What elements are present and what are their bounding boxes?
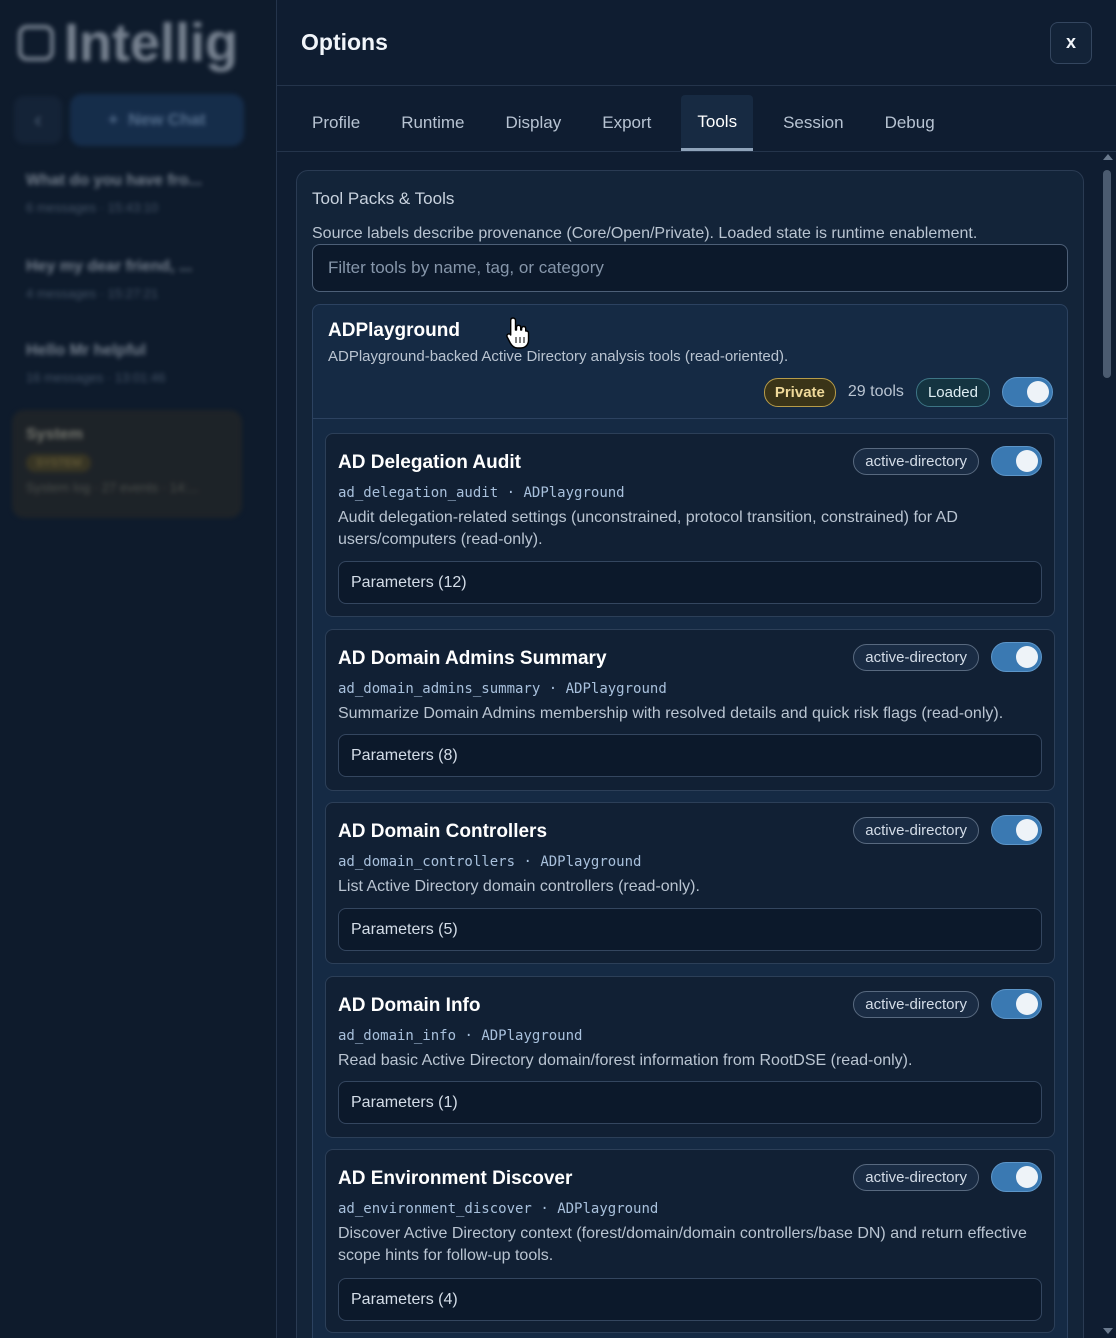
collapse-sidebar-button[interactable]: ‹ xyxy=(14,96,62,144)
new-chat-button[interactable]: + New Chat xyxy=(70,94,244,146)
tool-description: Discover Active Directory context (fores… xyxy=(338,1225,1027,1264)
loaded-badge: Loaded xyxy=(915,377,990,407)
tab-export[interactable]: Export xyxy=(591,95,662,151)
tool-enable-toggle[interactable] xyxy=(991,446,1042,476)
pack-enable-toggle[interactable] xyxy=(1002,377,1053,407)
scroll-down-arrow-icon[interactable] xyxy=(1103,1328,1113,1334)
close-icon: x xyxy=(1065,32,1076,52)
tool-enable-toggle[interactable] xyxy=(991,815,1042,845)
parameters-toggle[interactable]: Parameters (8) xyxy=(338,734,1042,777)
tool-name: AD Delegation Audit xyxy=(338,452,521,473)
tab-display[interactable]: Display xyxy=(495,95,573,151)
plus-icon: + xyxy=(108,110,119,129)
background-app: Intellig ‹ + New Chat What do you have f… xyxy=(0,0,276,1338)
tool-identifier: ad_environment_discover · ADPlayground xyxy=(338,1201,659,1217)
options-tabs: Profile Runtime Display Export Tools Ses… xyxy=(277,86,1116,152)
tool-identifier: ad_domain_controllers · ADPlayground xyxy=(338,854,642,870)
conversation-item[interactable]: Hey my dear friend, ... 4 messages · 15:… xyxy=(26,258,236,301)
tool-card: AD Domain Admins Summary active-director… xyxy=(325,629,1055,791)
options-title: Options xyxy=(301,29,388,55)
tool-description: Audit delegation-related settings (uncon… xyxy=(338,509,958,548)
tab-session[interactable]: Session xyxy=(772,95,854,151)
conversation-item[interactable]: What do you have fro... 6 messages · 15:… xyxy=(26,172,236,215)
category-tag: active-directory xyxy=(853,816,979,844)
category-tag: active-directory xyxy=(853,643,979,671)
tool-card: AD Domain Info active-directory ad_domai… xyxy=(325,976,1055,1138)
toggle-knob xyxy=(1016,646,1038,668)
tool-enable-toggle[interactable] xyxy=(991,989,1042,1019)
tool-pack-card: ADPlayground ADPlayground-backed Active … xyxy=(312,304,1068,1338)
section-title: Tool Packs & Tools xyxy=(312,189,455,208)
scroll-thumb[interactable] xyxy=(1103,170,1111,378)
tool-card: AD Domain Controllers active-directory a… xyxy=(325,802,1055,964)
tool-card: AD Environment Discover active-directory… xyxy=(325,1149,1055,1333)
pack-name: ADPlayground xyxy=(328,320,460,341)
scroll-up-arrow-icon[interactable] xyxy=(1103,154,1113,160)
options-panel: Options x Profile Runtime Display Export… xyxy=(276,0,1116,1338)
app-logo-icon xyxy=(18,25,54,61)
tool-name: AD Domain Info xyxy=(338,995,481,1016)
tool-name: AD Domain Admins Summary xyxy=(338,648,607,669)
toggle-knob xyxy=(1027,381,1049,403)
category-tag: active-directory xyxy=(853,1163,979,1191)
options-content: Tool Packs & Tools Source labels describ… xyxy=(277,152,1115,1338)
tool-pack-header: ADPlayground ADPlayground-backed Active … xyxy=(313,305,1067,419)
toggle-knob xyxy=(1016,993,1038,1015)
parameters-toggle[interactable]: Parameters (4) xyxy=(338,1278,1042,1321)
parameters-toggle[interactable]: Parameters (12) xyxy=(338,561,1042,604)
tool-identifier: ad_domain_admins_summary · ADPlayground xyxy=(338,681,667,697)
tab-tools[interactable]: Tools xyxy=(681,95,754,151)
toggle-knob xyxy=(1016,450,1038,472)
tab-profile[interactable]: Profile xyxy=(301,95,371,151)
app-title: Intellig xyxy=(18,12,238,74)
toggle-knob xyxy=(1016,819,1038,841)
close-button[interactable]: x xyxy=(1050,21,1092,64)
tool-name: AD Environment Discover xyxy=(338,1168,573,1189)
tool-card: AD Delegation Audit active-directory ad_… xyxy=(325,433,1055,617)
tool-identifier: ad_domain_info · ADPlayground xyxy=(338,1028,583,1044)
pointer-hand-icon xyxy=(506,317,530,349)
category-tag: active-directory xyxy=(853,990,979,1018)
options-header: Options x xyxy=(277,0,1116,86)
conversation-item[interactable]: Hello Mr helpful 16 messages · 13:01:46 xyxy=(26,342,236,385)
tool-enable-toggle[interactable] xyxy=(991,642,1042,672)
chevron-left-icon: ‹ xyxy=(34,107,42,132)
tool-filter-input[interactable] xyxy=(312,244,1068,292)
tool-packs-section: Tool Packs & Tools Source labels describ… xyxy=(296,170,1084,1338)
system-conversation-item[interactable]: System SYSTEM System log · 27 events · 1… xyxy=(12,410,242,518)
tool-description: List Active Directory domain controllers… xyxy=(338,878,700,895)
tool-description: Read basic Active Directory domain/fores… xyxy=(338,1052,913,1069)
parameters-toggle[interactable]: Parameters (5) xyxy=(338,908,1042,951)
tool-name: AD Domain Controllers xyxy=(338,821,548,842)
tool-count: 29 tools xyxy=(847,383,904,400)
system-badge: SYSTEM xyxy=(26,454,92,472)
category-tag: active-directory xyxy=(853,447,979,475)
tool-enable-toggle[interactable] xyxy=(991,1162,1042,1192)
toggle-knob xyxy=(1016,1166,1038,1188)
source-badge: Private xyxy=(763,377,836,407)
parameters-toggle[interactable]: Parameters (1) xyxy=(338,1081,1042,1124)
tab-debug[interactable]: Debug xyxy=(874,95,946,151)
pack-description: ADPlayground-backed Active Directory ana… xyxy=(328,348,789,365)
vertical-scrollbar[interactable] xyxy=(1100,152,1114,1338)
tab-runtime[interactable]: Runtime xyxy=(390,95,475,151)
section-description: Source labels describe provenance (Core/… xyxy=(312,225,978,242)
pack-meta: Private 29 tools Loaded xyxy=(763,377,1053,407)
tool-identifier: ad_delegation_audit · ADPlayground xyxy=(338,485,625,501)
tool-description: Summarize Domain Admins membership with … xyxy=(338,705,1004,722)
